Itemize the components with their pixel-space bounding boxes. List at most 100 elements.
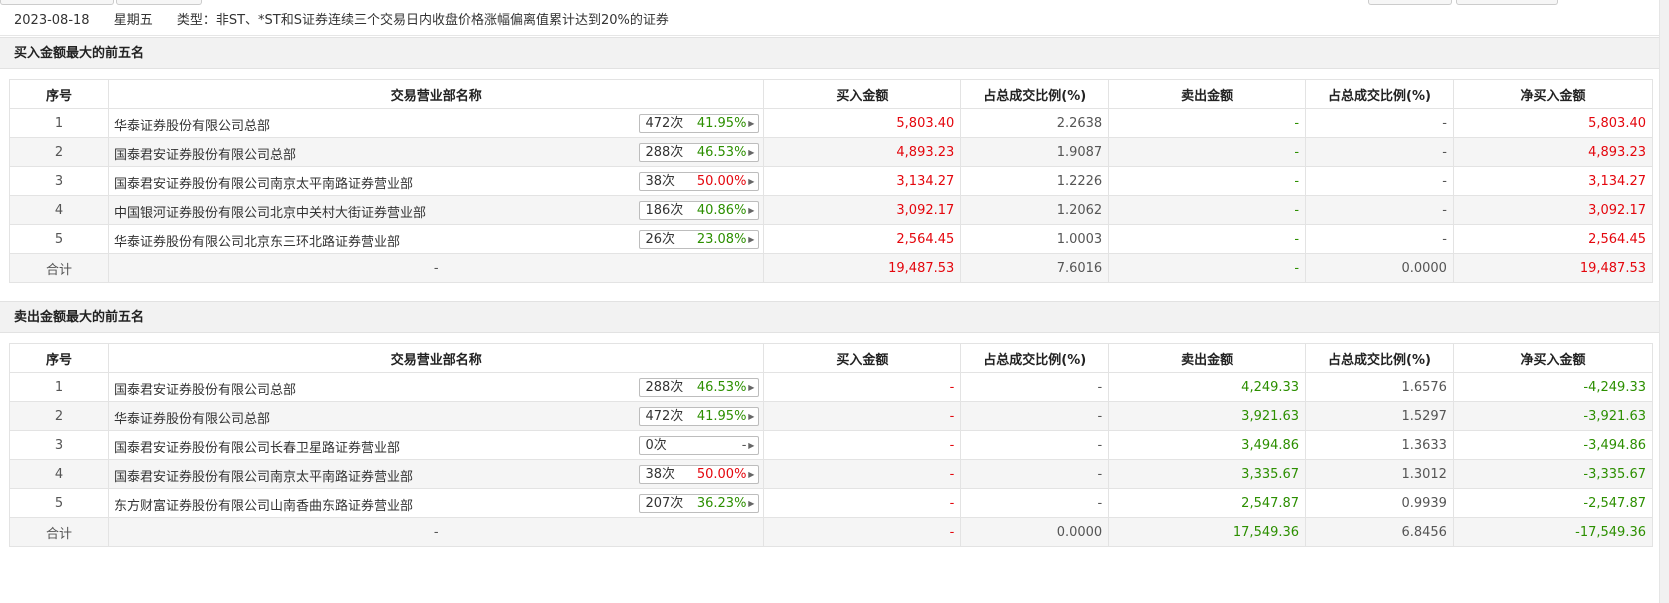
branch-cell: 国泰君安证券股份有限公司长春卫星路证券营业部 0次 - ▶ — [107, 430, 765, 460]
success-rate: 41.95% — [696, 116, 747, 131]
buy-amount: 3,092.17 — [763, 195, 962, 225]
triangle-right-icon: ▶ — [748, 499, 755, 508]
row-index: 1 — [9, 372, 109, 402]
top-toolbar-button[interactable] — [116, 0, 202, 5]
branch-name[interactable]: 华泰证券股份有限公司总部 — [114, 408, 270, 427]
total-label: 合计 — [9, 253, 109, 283]
table-row: 4 国泰君安证券股份有限公司南京太平南路证券营业部 38次 50.00% ▶ - -3,33… — [9, 459, 1654, 489]
branch-name[interactable]: 国泰君安证券股份有限公司总部 — [114, 379, 296, 398]
trade-weekday: 星期五 — [113, 13, 153, 28]
branch-name[interactable]: 中国银河证券股份有限公司北京中关村大街证券营业部 — [114, 202, 426, 221]
total-label: 合计 — [9, 517, 109, 547]
success-rate: 46.53% — [696, 380, 747, 395]
total-sell-amount: - — [1108, 253, 1307, 283]
table-row: 2 国泰君安证券股份有限公司总部 288次 46.53% ▶ 4,893.23 1.9087… — [9, 137, 1654, 167]
branch-history-tag[interactable]: 207次 36.23% ▶ — [639, 494, 760, 513]
net-amount: 3,134.27 — [1452, 166, 1654, 196]
buy-amount: - — [763, 459, 962, 489]
col-header-branch: 交易营业部名称 — [107, 343, 765, 373]
branch-cell: 东方财富证券股份有限公司山南香曲东路证券营业部 207次 36.23% ▶ — [107, 488, 765, 518]
net-amount: -4,249.33 — [1452, 372, 1654, 402]
table-row: 5 东方财富证券股份有限公司山南香曲东路证券营业部 207次 36.23% ▶ - -2,5… — [9, 488, 1654, 518]
branch-name[interactable]: 国泰君安证券股份有限公司总部 — [114, 144, 296, 163]
table-row: 1 华泰证券股份有限公司总部 472次 41.95% ▶ 5,803.40 2.2638- -… — [9, 108, 1654, 138]
branch-name[interactable]: 东方财富证券股份有限公司山南香曲东路证券营业部 — [114, 495, 413, 514]
total-net-amount: 19,487.53 — [1452, 253, 1654, 283]
row-index: 2 — [9, 401, 109, 431]
listing-type: 类型：非ST、*ST和S证券连续三个交易日内收盘价格涨幅偏离值累计达到20%的证… — [176, 13, 669, 28]
branch-history-tag[interactable]: 472次 41.95% ▶ — [639, 114, 760, 133]
top-toolbar-button[interactable] — [0, 0, 114, 5]
branch-history-tag[interactable]: 472次 41.95% ▶ — [639, 407, 760, 426]
listing-count: 472次 — [645, 116, 684, 131]
branch-name[interactable]: 华泰证券股份有限公司总部 — [114, 115, 270, 134]
branch-name[interactable]: 国泰君安证券股份有限公司南京太平南路证券营业部 — [114, 173, 413, 192]
vertical-scrollbar[interactable] — [1659, 0, 1669, 603]
buy-amount: 2,564.45 — [763, 224, 962, 254]
branch-history-tag[interactable]: 0次 - ▶ — [639, 436, 760, 455]
row-index: 3 — [9, 430, 109, 460]
buy-amount: 4,893.23 — [763, 137, 962, 167]
buy-ratio: - — [960, 430, 1110, 460]
buy-amount: 3,134.27 — [763, 166, 962, 196]
buy-amount: - — [763, 401, 962, 431]
total-buy-ratio: 7.6016 — [960, 253, 1110, 283]
listing-count: 186次 — [645, 203, 684, 218]
top-toolbar-button[interactable] — [1456, 0, 1558, 5]
net-amount: -3,335.67 — [1452, 459, 1654, 489]
branch-cell: 华泰证券股份有限公司总部 472次 41.95% ▶ — [107, 108, 765, 138]
triangle-right-icon: ▶ — [748, 470, 755, 479]
buy-ratio: 1.2226 — [960, 166, 1110, 196]
branch-history-tag[interactable]: 38次 50.00% ▶ — [639, 465, 760, 484]
col-header-net-amount: 净买入金额 — [1452, 79, 1654, 109]
triangle-right-icon: ▶ — [748, 119, 755, 128]
sell-amount: - — [1108, 166, 1307, 196]
branch-name[interactable]: 国泰君安证券股份有限公司南京太平南路证券营业部 — [114, 466, 413, 485]
net-amount: 3,092.17 — [1452, 195, 1654, 225]
branch-history-tag[interactable]: 38次 50.00% ▶ — [639, 172, 760, 191]
table-header-row: 序号 交易营业部名称 买入金额 占总成交比例(%) 卖出金额 占总成交比例(%)… — [9, 79, 1654, 109]
listing-count: 288次 — [645, 145, 684, 160]
sell-amount: - — [1108, 108, 1307, 138]
total-sell-ratio: 6.8456 — [1305, 517, 1454, 547]
branch-name[interactable]: 华泰证券股份有限公司北京东三环北路证券营业部 — [114, 231, 400, 250]
row-index: 5 — [9, 224, 109, 254]
col-header-net-amount: 净买入金额 — [1452, 343, 1654, 373]
net-amount: -3,921.63 — [1452, 401, 1654, 431]
col-header-sell-ratio: 占总成交比例(%) — [1305, 79, 1454, 109]
total-buy-ratio: 0.0000 — [960, 517, 1110, 547]
buy-ratio: 1.9087 — [960, 137, 1110, 167]
branch-history-tag[interactable]: 26次 23.08% ▶ — [639, 230, 760, 249]
col-header-index: 序号 — [9, 343, 109, 373]
total-branch: - — [107, 253, 765, 283]
col-header-buy-amount: 买入金额 — [763, 343, 962, 373]
top-toolbar-button[interactable] — [1368, 0, 1452, 5]
branch-history-tag[interactable]: 288次 46.53% ▶ — [639, 143, 760, 162]
buy-section-title: 买入金额最大的前五名 — [0, 37, 1660, 69]
listing-count: 38次 — [645, 467, 675, 482]
listing-count: 207次 — [645, 496, 684, 511]
buy-ratio: 1.0003 — [960, 224, 1110, 254]
total-sell-amount: 17,549.36 — [1108, 517, 1307, 547]
branch-name[interactable]: 国泰君安证券股份有限公司长春卫星路证券营业部 — [114, 437, 400, 456]
success-rate: 50.00% — [696, 174, 747, 189]
col-header-branch: 交易营业部名称 — [107, 79, 765, 109]
success-rate: 41.95% — [696, 409, 747, 424]
table-row: 1 国泰君安证券股份有限公司总部 288次 46.53% ▶ - -4,249.33 1.65… — [9, 372, 1654, 402]
buy-amount: - — [763, 372, 962, 402]
table-row: 4 中国银河证券股份有限公司北京中关村大街证券营业部 186次 40.86% ▶ 3,09… — [9, 195, 1654, 225]
buy-ratio: - — [960, 372, 1110, 402]
row-index: 2 — [9, 137, 109, 167]
row-index: 5 — [9, 488, 109, 518]
success-rate: - — [741, 438, 747, 453]
listing-count: 472次 — [645, 409, 684, 424]
sell-ratio: - — [1305, 137, 1454, 167]
buy-amount: - — [763, 488, 962, 518]
branch-history-tag[interactable]: 288次 46.53% ▶ — [639, 378, 760, 397]
sell-ratio: 1.5297 — [1305, 401, 1454, 431]
net-amount: 5,803.40 — [1452, 108, 1654, 138]
branch-cell: 国泰君安证券股份有限公司总部 288次 46.53% ▶ — [107, 137, 765, 167]
sell-amount: - — [1108, 137, 1307, 167]
branch-history-tag[interactable]: 186次 40.86% ▶ — [639, 201, 760, 220]
success-rate: 23.08% — [696, 232, 747, 247]
